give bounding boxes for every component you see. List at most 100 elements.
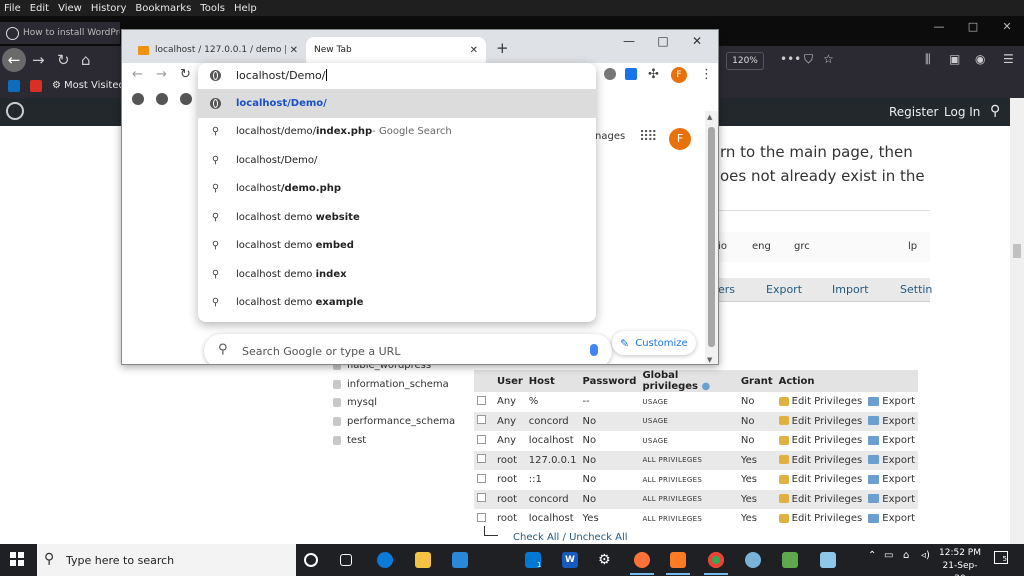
minimize-button[interactable]: — <box>922 16 956 38</box>
reload-icon[interactable]: ↻ <box>57 50 70 70</box>
menu-view[interactable]: View <box>58 3 82 14</box>
globe-bookmark-icon[interactable] <box>156 93 168 105</box>
close-tab-icon[interactable]: ✕ <box>470 45 478 56</box>
ntp-profile-avatar[interactable]: F <box>669 128 691 150</box>
sidebar-icon[interactable]: ▣ <box>949 52 960 66</box>
row-checkbox[interactable] <box>474 489 494 509</box>
checkbox[interactable] <box>477 395 486 405</box>
edit-privileges-link[interactable]: Edit Privileges <box>792 396 863 407</box>
gmail-bookmark[interactable] <box>30 80 46 92</box>
suggestion-search[interactable]: ⚲ localhost/demo.php <box>198 175 596 204</box>
xampp-icon[interactable] <box>670 552 686 568</box>
suggestion-search[interactable]: ⚲ localhost/Demo/ <box>198 146 596 175</box>
minimize-button[interactable]: — <box>612 32 646 50</box>
edge-icon[interactable] <box>377 552 393 568</box>
zoom-level[interactable]: 120% <box>726 52 764 70</box>
notification-center-icon[interactable]: 5 <box>994 551 1008 564</box>
word-icon[interactable]: W <box>562 552 578 568</box>
row-checkbox[interactable] <box>474 392 494 412</box>
export-link[interactable]: Export <box>882 474 915 485</box>
export-link[interactable]: Export <box>882 494 915 505</box>
chevron-up-icon[interactable]: ⌃ <box>868 550 876 561</box>
forward-arrow-icon[interactable]: → <box>156 67 167 82</box>
battery-icon[interactable]: ▭ <box>884 550 893 561</box>
close-button[interactable]: ✕ <box>680 32 714 50</box>
chrome-tab-phpmyadmin[interactable]: localhost / 127.0.0.1 / demo | php ✕ <box>130 37 306 63</box>
scroll-down-arrow-icon[interactable]: ▼ <box>707 356 712 364</box>
scrollbar-thumb[interactable] <box>708 127 715 347</box>
row-checkbox[interactable] <box>474 411 494 431</box>
volume-icon[interactable]: ◃) <box>921 550 930 561</box>
bookmark-star-icon[interactable]: ☆ <box>823 52 834 66</box>
search-icon[interactable]: ⚲ <box>990 103 1000 119</box>
ntp-search-box[interactable]: ⚲ Search Google or type a URL <box>204 334 612 364</box>
most-visited-bookmark[interactable]: ⚙ Most Visited <box>52 80 125 91</box>
edit-privileges-link[interactable]: Edit Privileges <box>792 513 863 524</box>
file-explorer-icon[interactable] <box>415 552 431 568</box>
firefox-tab-wordpress[interactable]: How to install WordPress <box>0 22 120 44</box>
checkbox[interactable] <box>477 434 486 444</box>
suggestion-url[interactable]: localhost/Demo/ <box>198 89 596 118</box>
menu-file[interactable]: File <box>4 3 21 14</box>
menu-edit[interactable]: Edit <box>30 3 49 14</box>
account-icon[interactable]: ◉ <box>975 52 985 66</box>
wordpress-logo-icon[interactable] <box>6 102 24 120</box>
globe-bookmark-icon[interactable] <box>180 93 192 105</box>
menu-bookmarks[interactable]: Bookmarks <box>135 3 191 14</box>
row-checkbox[interactable] <box>474 470 494 490</box>
outlook-bookmark[interactable] <box>8 80 24 92</box>
windows-start-icon[interactable] <box>10 552 24 566</box>
home-icon[interactable]: ⌂ <box>81 50 91 70</box>
edit-privileges-link[interactable]: Edit Privileges <box>792 494 863 505</box>
profile-avatar[interactable]: F <box>671 67 687 83</box>
export-link[interactable]: Export <box>882 455 915 466</box>
pocket-icon[interactable]: ⛉ <box>804 52 813 67</box>
chrome-icon[interactable] <box>708 552 724 568</box>
page-scrollbar[interactable] <box>1010 98 1024 544</box>
help-icon[interactable]: ● <box>702 381 711 392</box>
notepad-icon[interactable] <box>820 552 836 568</box>
store-icon[interactable] <box>452 552 468 568</box>
close-button[interactable]: ✕ <box>990 16 1024 38</box>
kebab-menu-icon[interactable]: ⋮ <box>700 67 713 82</box>
chrome-scrollbar[interactable]: ▲ ▼ <box>705 111 718 364</box>
export-link[interactable]: Export <box>882 416 915 427</box>
task-view-icon[interactable] <box>340 554 352 566</box>
microphone-icon[interactable] <box>590 344 598 356</box>
notepad-plus-icon[interactable] <box>782 552 798 568</box>
checkbox[interactable] <box>477 415 486 425</box>
export-link[interactable]: Export <box>882 435 915 446</box>
close-tab-icon[interactable]: ✕ <box>290 45 298 56</box>
export-link[interactable]: Export <box>882 396 915 407</box>
suggestion-search[interactable]: ⚲ localhost demo index <box>198 260 596 289</box>
scrollbar-thumb[interactable] <box>1013 244 1021 258</box>
taskbar-search-box[interactable]: ⚲ Type here to search <box>37 544 296 576</box>
chrome-tab-newtab[interactable]: New Tab ✕ <box>306 37 486 63</box>
page-actions-icon[interactable]: ••• <box>780 52 801 66</box>
suggestion-search[interactable]: ⚲ localhost/demo/index.php - Google Sear… <box>198 118 596 147</box>
maximize-button[interactable]: □ <box>646 32 680 50</box>
back-arrow-icon[interactable]: ← <box>2 48 26 72</box>
customize-button[interactable]: ✎ Customize <box>612 331 696 355</box>
export-link[interactable]: Export <box>882 513 915 524</box>
paint-icon[interactable] <box>745 552 761 568</box>
globe-bookmark-icon[interactable] <box>132 93 144 105</box>
puzzle-extensions-icon[interactable]: ✣ <box>648 67 659 82</box>
check-all-link[interactable]: Check All / Uncheck All <box>513 532 628 543</box>
edit-privileges-link[interactable]: Edit Privileges <box>792 435 863 446</box>
hamburger-menu-icon[interactable]: ☰ <box>1003 52 1014 66</box>
new-tab-button[interactable]: + <box>496 39 509 57</box>
login-link[interactable]: Log In <box>944 105 980 119</box>
edit-privileges-link[interactable]: Edit Privileges <box>792 455 863 466</box>
library-icon[interactable]: ⫼ <box>925 52 931 67</box>
suggestion-search[interactable]: ⚲ localhost demo embed <box>198 232 596 261</box>
images-link[interactable]: nages <box>595 131 625 142</box>
scroll-up-arrow-icon[interactable]: ▲ <box>707 113 712 121</box>
checkbox[interactable] <box>477 512 486 522</box>
network-icon[interactable]: ⌂ <box>903 550 909 561</box>
edit-privileges-link[interactable]: Edit Privileges <box>792 474 863 485</box>
apps-grid-icon[interactable]: ⠿⠿ <box>639 129 657 145</box>
row-checkbox[interactable] <box>474 431 494 451</box>
checkbox[interactable] <box>477 454 486 464</box>
extension-icon[interactable] <box>625 68 637 80</box>
